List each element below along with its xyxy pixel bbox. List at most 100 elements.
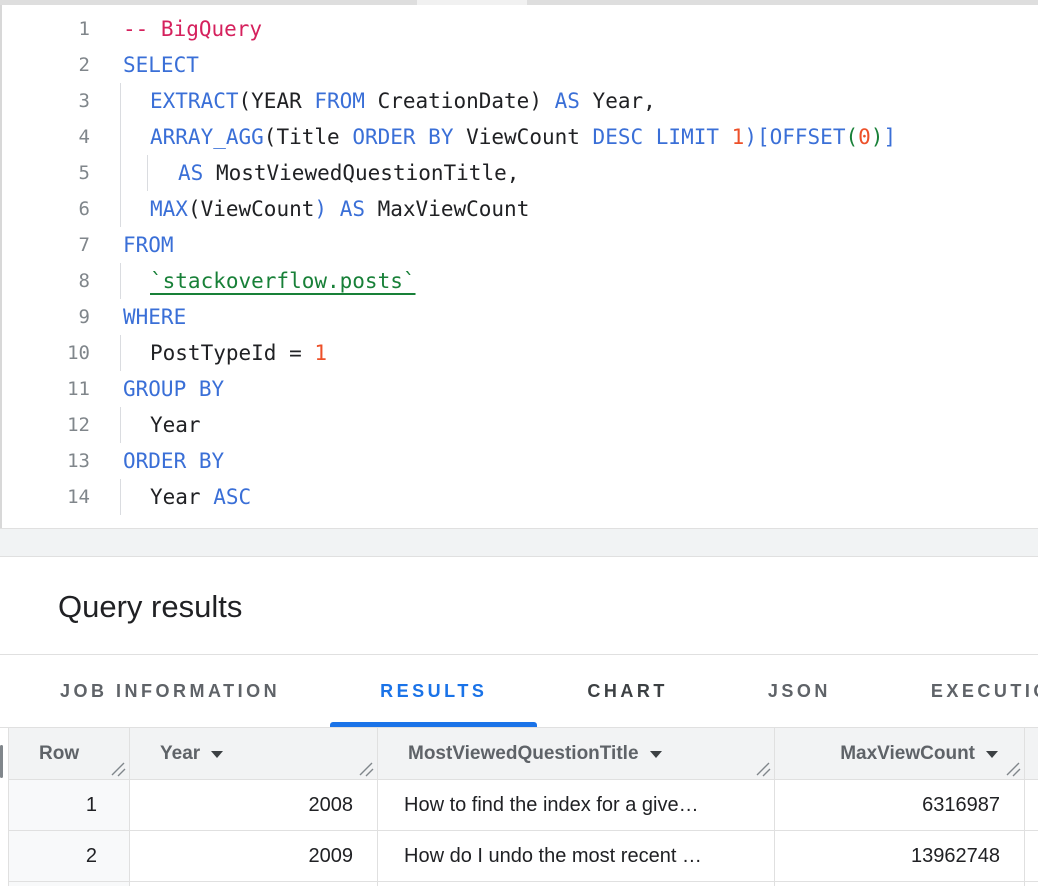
column-header-extra[interactable] (1025, 728, 1038, 779)
cell-year: 2009 (130, 831, 378, 882)
line-number: 11 (2, 371, 90, 407)
line-number: 12 (2, 407, 90, 443)
code-token: LIMIT (656, 125, 719, 149)
code-line-content: `stackoverflow.posts` (123, 263, 416, 299)
tab-label: EXECUTION DETAILS (931, 681, 1038, 702)
results-table: Row YearMostViewedQuestionTitleMaxViewCou… (0, 728, 1038, 886)
indent-guide (120, 155, 121, 191)
code-token: 1 (732, 125, 745, 149)
code-line[interactable]: 6MAX(ViewCount) AS MaxViewCount (2, 191, 1038, 227)
code-token: AS (555, 89, 580, 113)
code-line-content: PostTypeId = 1 (123, 335, 327, 371)
cell-extra (1025, 780, 1038, 831)
code-token: (ViewCount (188, 197, 314, 221)
column-resize-handle[interactable] (111, 761, 126, 776)
column-resize-handle[interactable] (359, 761, 374, 776)
code-token: (YEAR (239, 89, 315, 113)
line-number: 14 (2, 479, 90, 515)
code-token: Year, (580, 89, 656, 113)
table-body: 12008How to find the index for a give…63… (0, 780, 1038, 886)
code-line[interactable]: 2SELECT (2, 47, 1038, 83)
cell-mostviewedquestiontitle (378, 882, 775, 886)
line-number: 10 (2, 335, 90, 371)
code-text: Year (123, 407, 201, 443)
tab-job-information[interactable]: JOB INFORMATION (10, 655, 330, 727)
column-resize-handle[interactable] (756, 761, 771, 776)
code-text: ARRAY_AGG(Title ORDER BY ViewCount DESC … (123, 119, 896, 155)
sql-code-editor[interactable]: 1-- BigQuery2SELECT3EXTRACT(YEAR FROM Cr… (0, 5, 1038, 528)
cell-year (130, 882, 378, 886)
bigquery-query-view: 1-- BigQuery2SELECT3EXTRACT(YEAR FROM Cr… (0, 0, 1038, 886)
code-line[interactable]: 10 PostTypeId = 1 (2, 335, 1038, 371)
line-number: 7 (2, 227, 90, 263)
cell-row: 1 (8, 780, 130, 831)
code-line[interactable]: 11GROUP BY (2, 371, 1038, 407)
indent-guide (120, 263, 121, 299)
table-row: 22009How do I undo the most recent …1396… (8, 831, 1038, 882)
line-number: 8 (2, 263, 90, 299)
code-line[interactable]: 1-- BigQuery (2, 11, 1038, 47)
column-header-maxviewcount[interactable]: MaxViewCount (775, 728, 1025, 779)
code-token: ORDER BY (352, 125, 453, 149)
code-text: ORDER BY (123, 443, 224, 479)
code-line-content: Year (123, 407, 201, 443)
column-resize-handle[interactable] (1006, 761, 1021, 776)
code-token: ViewCount (453, 125, 592, 149)
code-text: PostTypeId = 1 (123, 335, 327, 371)
indent-guide (120, 83, 121, 119)
code-token: ASC (213, 485, 251, 509)
tab-json[interactable]: JSON (718, 655, 881, 727)
column-header-mostviewedquestiontitle[interactable]: MostViewedQuestionTitle (378, 728, 775, 779)
tab-chart[interactable]: CHART (537, 655, 718, 727)
sort-arrow-icon (986, 751, 998, 758)
code-text: Year ASC (123, 479, 251, 515)
line-number: 3 (2, 83, 90, 119)
table-scrollbar-thumb[interactable] (0, 745, 3, 778)
cell-year: 2008 (130, 780, 378, 831)
code-text: SELECT (123, 47, 199, 83)
indent-guide (120, 191, 121, 227)
code-line[interactable]: 9WHERE (2, 299, 1038, 335)
code-line[interactable]: 14 Year ASC (2, 479, 1038, 515)
code-text: MAX(ViewCount) AS MaxViewCount (123, 191, 529, 227)
code-text: WHERE (123, 299, 186, 335)
code-token: Year (150, 413, 201, 437)
code-token: ARRAY_AGG (150, 125, 264, 149)
code-line[interactable]: 13ORDER BY (2, 443, 1038, 479)
code-line-content: FROM (123, 227, 174, 263)
tab-results[interactable]: RESULTS (330, 655, 537, 727)
line-number: 1 (2, 11, 90, 47)
code-text: AS MostViewedQuestionTitle, (123, 155, 519, 191)
code-token (719, 125, 732, 149)
tab-label: RESULTS (380, 681, 487, 702)
code-token: AS (340, 197, 365, 221)
line-number: 5 (2, 155, 90, 191)
code-line[interactable]: 5 AS MostViewedQuestionTitle, (2, 155, 1038, 191)
column-header-year[interactable]: Year (130, 728, 378, 779)
table-row (8, 882, 1038, 886)
code-token (643, 125, 656, 149)
column-header-row[interactable]: Row (8, 728, 130, 779)
code-line-content: WHERE (123, 299, 186, 335)
code-line[interactable]: 8 `stackoverflow.posts` (2, 263, 1038, 299)
tab-label: CHART (587, 681, 668, 702)
cell-maxviewcount: 13962748 (775, 831, 1025, 882)
code-line-content: Year ASC (123, 479, 251, 515)
table-reference-link[interactable]: `stackoverflow.posts` (150, 269, 416, 293)
tab-label: JSON (768, 681, 831, 702)
code-token (327, 197, 340, 221)
code-line-content: ORDER BY (123, 443, 224, 479)
code-token: 1 (314, 341, 327, 365)
code-line[interactable]: 12 Year (2, 407, 1038, 443)
indent-guide (120, 479, 121, 515)
code-line-content: ARRAY_AGG(Title ORDER BY ViewCount DESC … (123, 119, 896, 155)
code-line[interactable]: 3EXTRACT(YEAR FROM CreationDate) AS Year… (2, 83, 1038, 119)
tab-execution-details[interactable]: EXECUTION DETAILS (881, 655, 1038, 727)
code-line[interactable]: 4ARRAY_AGG(Title ORDER BY ViewCount DESC… (2, 119, 1038, 155)
cell-maxviewcount (775, 882, 1025, 886)
sort-arrow-icon (650, 751, 662, 758)
code-line[interactable]: 7 FROM (2, 227, 1038, 263)
editor-results-divider (0, 528, 1038, 557)
code-token: DESC (593, 125, 644, 149)
column-header-label: Row (39, 743, 79, 765)
